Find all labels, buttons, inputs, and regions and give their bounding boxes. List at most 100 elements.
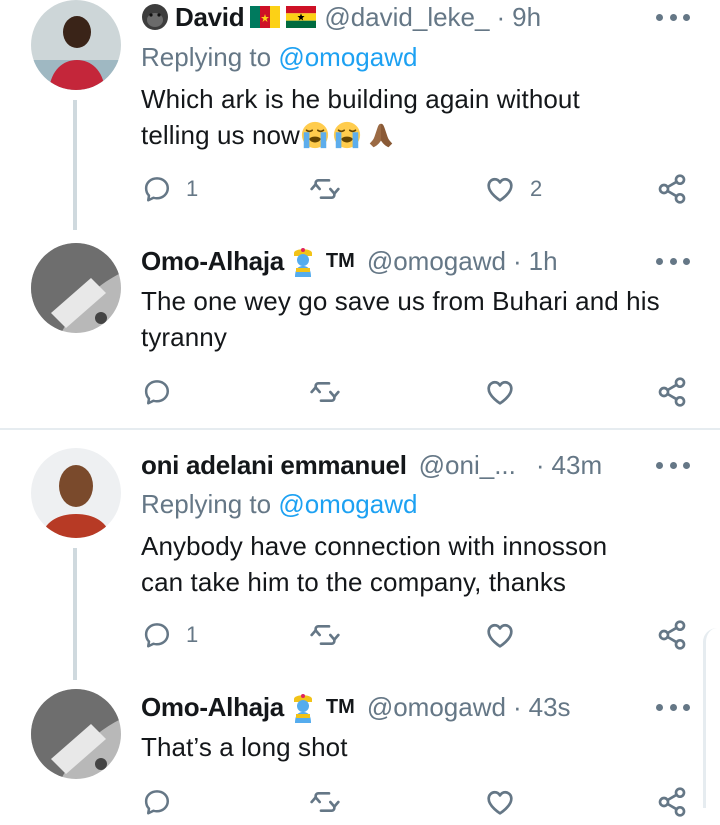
like-icon: [484, 786, 516, 818]
like-icon: [484, 619, 516, 651]
username[interactable]: @omogawd: [367, 692, 506, 723]
separator-dot: ·: [512, 245, 522, 276]
like-button[interactable]: [484, 615, 516, 655]
replying-prefix: Replying to: [141, 489, 272, 519]
reply-button[interactable]: [142, 782, 172, 822]
tweet-text-line: Which ark is he building again without: [141, 84, 580, 114]
tweet-text-line: That’s a long shot: [141, 732, 348, 762]
timestamp[interactable]: 9h: [512, 2, 541, 33]
cameroon-flag-icon: [250, 6, 281, 28]
username[interactable]: @omogawd: [367, 246, 506, 277]
share-icon: [656, 173, 688, 205]
like-icon: [484, 376, 516, 408]
replying-to: Replying to @omogawd: [141, 42, 417, 73]
more-icon[interactable]: [656, 697, 690, 717]
reply-icon: [142, 377, 172, 407]
separator-dot: ·: [496, 1, 506, 32]
tweet[interactable]: Omo-Alhaja TM @omogawd · 43s That’s a lo…: [0, 680, 720, 825]
like-count: 2: [530, 176, 543, 201]
tweet-actions: 1 2: [0, 169, 720, 209]
reply-button[interactable]: [142, 372, 172, 412]
share-icon: [656, 619, 688, 651]
tm-badge: TM: [325, 695, 355, 718]
tweet-text: Anybody have connection with innosson ca…: [141, 528, 701, 600]
avatar[interactable]: [31, 243, 121, 333]
replying-to: Replying to @omogawd: [141, 489, 417, 520]
retweet-button[interactable]: [309, 782, 341, 822]
genie-icon: [293, 248, 312, 277]
username[interactable]: @david_leke_: [324, 2, 489, 33]
share-button[interactable]: [656, 615, 688, 655]
share-button[interactable]: [656, 169, 688, 209]
tweet-text-line: can take him to the company, thanks: [141, 567, 567, 597]
tweet[interactable]: Omo-Alhaja TM @omogawd · 1h The one wey …: [0, 232, 720, 427]
reply-button[interactable]: 1: [142, 169, 198, 209]
reply-button[interactable]: 1: [142, 615, 198, 655]
tweet-text-line: Anybody have connection with innosson: [141, 531, 608, 561]
reply-icon: [142, 174, 172, 204]
tweet-header: Omo-Alhaja TM @omogawd · 43s: [141, 690, 571, 724]
reply-count: 1: [186, 176, 199, 201]
more-icon[interactable]: [656, 251, 690, 271]
retweet-icon: [309, 619, 341, 651]
share-icon: [656, 786, 688, 818]
replying-prefix: Replying to: [141, 42, 272, 72]
thread-line: [73, 548, 77, 680]
retweet-icon: [309, 786, 341, 818]
loudly-crying-face-icon: [332, 120, 362, 150]
tweet-text: That’s a long shot: [141, 729, 701, 765]
more-icon[interactable]: [656, 7, 690, 27]
retweet-icon: [309, 376, 341, 408]
tweet-actions: [0, 372, 720, 412]
timestamp[interactable]: 43s: [529, 692, 571, 723]
loudly-crying-face-icon: [300, 120, 330, 150]
thread-line: [73, 100, 77, 230]
more-icon[interactable]: [656, 455, 690, 475]
tweet-text-line: telling us now: [141, 120, 300, 150]
timestamp[interactable]: 1h: [529, 246, 558, 277]
tweet[interactable]: David @david_leke_ · 9h Replying to @omo…: [0, 0, 720, 230]
share-button[interactable]: [656, 782, 688, 822]
mention-link[interactable]: @omogawd: [278, 42, 417, 72]
separator-dot: ·: [512, 691, 522, 722]
avatar[interactable]: [31, 0, 121, 90]
like-button[interactable]: 2: [484, 169, 542, 209]
share-icon: [656, 376, 688, 408]
tweet-header: Omo-Alhaja TM @omogawd · 1h: [141, 244, 558, 278]
tweet-header: oni adelani emmanuel @oni_... · 43m: [141, 448, 602, 482]
like-button[interactable]: [484, 782, 516, 822]
tm-badge: TM: [325, 249, 355, 272]
like-icon: [484, 173, 516, 205]
tweet-text: The one wey go save us from Buhari and h…: [141, 283, 701, 355]
display-name[interactable]: oni adelani emmanuel: [141, 450, 407, 481]
folded-hands-icon: [366, 120, 396, 150]
genie-icon: [293, 694, 312, 723]
reply-count: 1: [186, 622, 199, 647]
tweet-actions: 1: [0, 615, 720, 655]
tweet-header: David @david_leke_ · 9h: [141, 0, 541, 34]
like-button[interactable]: [484, 372, 516, 412]
retweet-button[interactable]: [309, 615, 341, 655]
username[interactable]: @oni_...: [419, 450, 516, 481]
tweet-text-line: tyranny: [141, 322, 227, 352]
display-name[interactable]: David: [175, 2, 245, 33]
retweet-button[interactable]: [309, 169, 341, 209]
tweet-text-line: The one wey go save us from Buhari and h…: [141, 286, 660, 316]
gorilla-icon: [142, 4, 168, 30]
display-name[interactable]: Omo-Alhaja: [141, 692, 284, 723]
share-button[interactable]: [656, 372, 688, 412]
retweet-icon: [309, 173, 341, 205]
avatar[interactable]: [31, 689, 121, 779]
mention-link[interactable]: @omogawd: [278, 489, 417, 519]
reply-icon: [142, 620, 172, 650]
tweet[interactable]: oni adelani emmanuel @oni_... · 43m Repl…: [0, 430, 720, 680]
timestamp[interactable]: 43m: [552, 450, 603, 481]
retweet-button[interactable]: [309, 372, 341, 412]
ghana-flag-icon: [286, 6, 317, 28]
reply-icon: [142, 787, 172, 817]
tweet-text: Which ark is he building again without t…: [141, 81, 701, 153]
avatar[interactable]: [31, 448, 121, 538]
separator-dot: ·: [535, 449, 545, 480]
tweet-actions: [0, 782, 720, 822]
display-name[interactable]: Omo-Alhaja: [141, 246, 284, 277]
